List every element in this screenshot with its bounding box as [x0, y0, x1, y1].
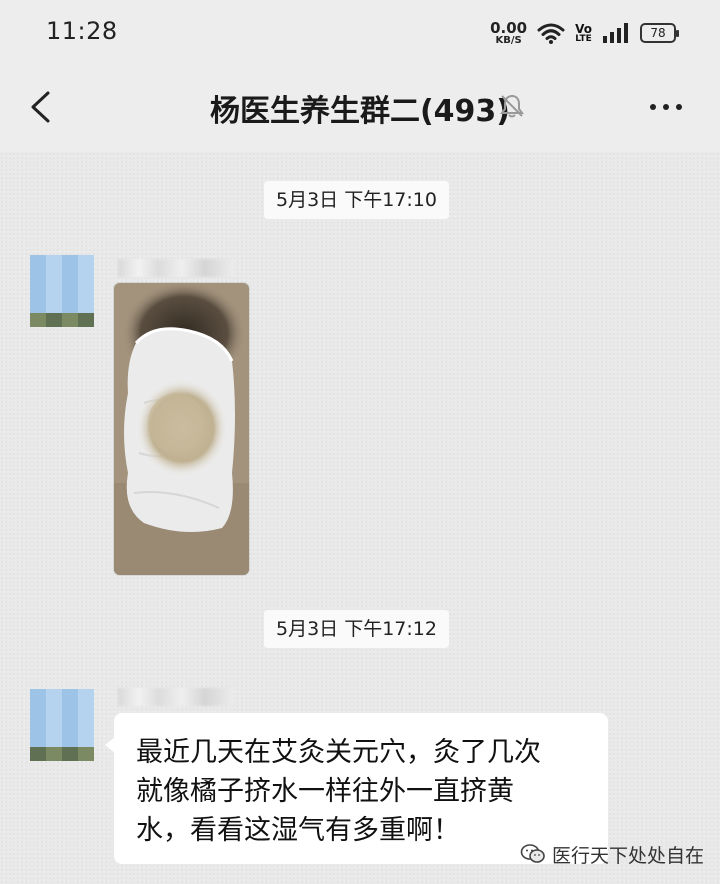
- message-list[interactable]: 5月3日 下午17:10 5月3日 下午17:12 最近几天在艾灸关元穴，灸了几…: [0, 152, 720, 884]
- status-icons: 0.00 KB/S Vo LTE 78: [490, 18, 679, 48]
- avatar-pixel: [46, 298, 62, 313]
- avatar-pixel: [30, 689, 46, 704]
- avatar-pixel: [62, 703, 78, 718]
- network-speed: 0.00 KB/S: [490, 18, 528, 46]
- avatar[interactable]: [30, 255, 94, 327]
- message-timestamp: 5月3日 下午17:10: [264, 181, 449, 219]
- avatar-pixel: [78, 255, 94, 270]
- battery-icon: 78: [640, 23, 679, 43]
- avatar-pixel: [78, 746, 94, 761]
- chat-title: 杨医生养生群二(493): [209, 94, 511, 129]
- avatar-pixel: [30, 283, 46, 299]
- avatar-pixel: [30, 703, 46, 718]
- watermark-text: 医行天下处处自在: [552, 844, 705, 867]
- avatar-pixel: [78, 689, 94, 704]
- message-line: 水，看看这湿气有多重啊！: [136, 815, 460, 846]
- sender-name-blurred: [118, 259, 234, 277]
- status-time: 11:28: [46, 17, 118, 45]
- avatar-pixel: [46, 312, 62, 327]
- chat-header: 杨医生养生群二(493): [0, 62, 720, 152]
- avatar-pixel: [30, 732, 46, 747]
- avatar-pixel: [78, 703, 94, 718]
- volte-top: Vo: [575, 21, 592, 36]
- image-message[interactable]: [114, 283, 249, 575]
- avatar-pixel: [62, 269, 78, 284]
- avatar-pixel: [30, 269, 46, 284]
- more-dot: [663, 104, 669, 110]
- sender-name-blurred: [118, 688, 234, 706]
- avatar-pixel: [78, 269, 94, 284]
- avatar-pixel: [62, 717, 78, 733]
- network-speed-value: 0.00: [490, 18, 528, 37]
- avatar-pixel: [78, 283, 94, 299]
- volte-indicator: Vo LTE: [575, 23, 592, 44]
- status-bar: 11:28 0.00 KB/S Vo LTE 78: [0, 0, 720, 62]
- avatar-pixel: [62, 746, 78, 761]
- avatar-pixel: [46, 689, 62, 704]
- avatar-pixel: [78, 717, 94, 733]
- avatar-pixel: [62, 255, 78, 270]
- avatar-pixel: [78, 312, 94, 327]
- more-dot: [650, 104, 656, 110]
- avatar-pixel: [78, 298, 94, 313]
- watermark: 医行天下处处自在: [520, 841, 704, 867]
- avatar[interactable]: [30, 689, 94, 761]
- avatar-pixel: [30, 746, 46, 761]
- avatar-pixel: [62, 732, 78, 747]
- avatar-pixel: [30, 255, 46, 270]
- message-line: 最近几天在艾灸关元穴，灸了几次: [136, 737, 541, 768]
- avatar-pixel: [46, 717, 62, 733]
- bell-muted-icon: [500, 94, 524, 118]
- avatar-pixel: [62, 689, 78, 704]
- avatar-pixel: [46, 283, 62, 299]
- message-line: 就像橘子挤水一样往外一直挤黄: [136, 776, 514, 807]
- moxibustion-patch-photo: [114, 283, 249, 575]
- avatar-pixel: [30, 298, 46, 313]
- avatar-pixel: [30, 312, 46, 327]
- avatar-pixel: [46, 255, 62, 270]
- avatar-pixel: [46, 269, 62, 284]
- avatar-pixel: [46, 703, 62, 718]
- signal-icon: [603, 23, 628, 43]
- avatar-pixel: [46, 746, 62, 761]
- message-timestamp: 5月3日 下午17:12: [264, 610, 449, 648]
- avatar-pixel: [78, 732, 94, 747]
- avatar-pixel: [62, 312, 78, 327]
- more-button[interactable]: [650, 104, 686, 114]
- avatar-pixel: [46, 732, 62, 747]
- more-dot: [676, 104, 682, 110]
- wechat-icon: [520, 844, 545, 863]
- wifi-icon: [537, 23, 565, 44]
- avatar-pixel: [30, 717, 46, 733]
- avatar-pixel: [62, 298, 78, 313]
- avatar-pixel: [62, 283, 78, 299]
- volte-bottom: LTE: [575, 33, 592, 44]
- network-speed-unit: KB/S: [495, 34, 522, 46]
